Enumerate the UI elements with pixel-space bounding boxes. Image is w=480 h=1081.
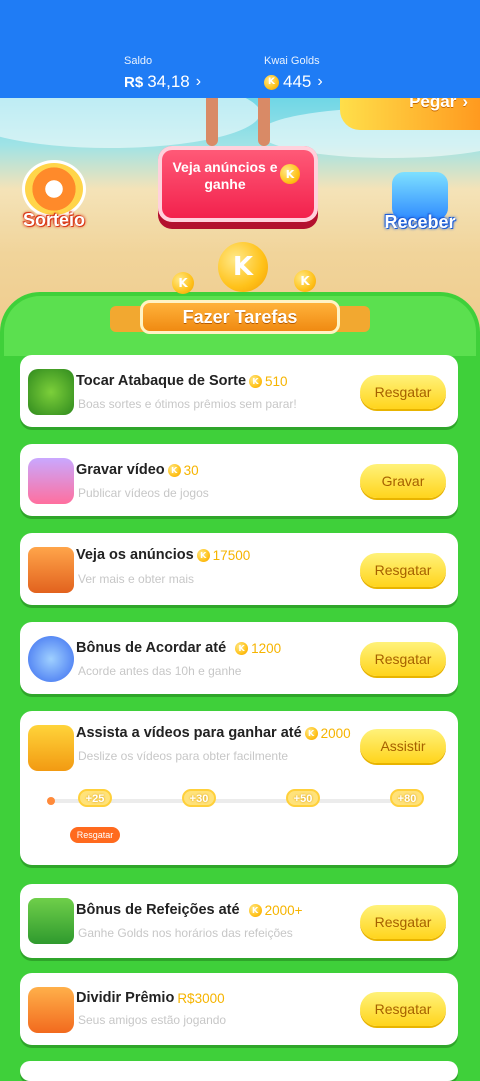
saldo-block[interactable]: Saldo R$ 34,18 › xyxy=(124,55,201,92)
task-card: Bônus de Refeições até K 2000+ Ganhe Golds… xyxy=(20,884,458,958)
task-description: Acorde antes das 10h e ganhe xyxy=(78,664,242,678)
task-card: Veja os anúncios K 17500 Ver mais e obter … xyxy=(20,533,458,605)
resgatar-button[interactable]: Resgatar xyxy=(360,375,446,409)
receber-button[interactable]: Receber xyxy=(380,172,460,233)
task-reward: 2000+ xyxy=(264,902,303,918)
task-description: Ganhe Golds nos horários das refeições xyxy=(78,926,293,940)
tv-icon xyxy=(28,547,74,593)
resgatar-button[interactable]: Resgatar xyxy=(360,553,446,587)
resgatar-button[interactable]: Resgatar xyxy=(360,905,446,939)
task-reward: R$3000 xyxy=(177,990,225,1006)
milestone-badge: +80 xyxy=(390,789,424,807)
sorteio-button[interactable]: Sorteio xyxy=(16,160,92,231)
task-title: Veja os anúncios xyxy=(76,547,194,563)
sea-foam xyxy=(0,98,260,148)
tasks-title-ribbon: Fazer Tarefas xyxy=(110,294,370,338)
progress-dot xyxy=(47,797,55,805)
record-video-icon xyxy=(28,458,74,504)
gold-coin-icon: K xyxy=(304,726,318,740)
meal-calendar-icon xyxy=(28,898,74,944)
resgatar-button[interactable]: Resgatar xyxy=(360,642,446,676)
task-title: Tocar Atabaque de Sorte xyxy=(76,373,247,389)
task-description: Ver mais e obter mais xyxy=(78,572,195,586)
task-card: Bônus de Acordar até K 1200 Acorde antes d… xyxy=(20,622,458,694)
gold-coin-icon: K xyxy=(248,903,262,917)
task-title: Gravar vídeo xyxy=(76,462,165,478)
task-title: Bônus de Refeições até xyxy=(76,902,240,918)
saldo-currency: R$ xyxy=(124,73,144,91)
task-card: Tocar Atabaque de Sorte K 510 Boas sortes … xyxy=(20,355,458,427)
chevron-right-icon: › xyxy=(317,73,323,90)
gold-coin-icon: K xyxy=(294,270,316,292)
saldo-value: 34,18 xyxy=(147,72,190,91)
gold-coin-icon: K xyxy=(280,164,300,184)
sorteio-label: Sorteio xyxy=(22,210,85,230)
task-reward: 2000 xyxy=(320,725,351,741)
milestone-resgatar-button[interactable]: Resgatar xyxy=(70,827,120,843)
task-card: Gravar vídeo K 30 Publicar vídeos de jogos… xyxy=(20,444,458,516)
gold-coin-icon: K xyxy=(249,374,263,388)
milestone-badge: +25 xyxy=(78,789,112,807)
gold-coin-icon: K xyxy=(235,641,249,655)
task-card: Assista a vídeos para ganhar até K 2000 De… xyxy=(20,711,458,865)
task-reward: 510 xyxy=(265,373,288,389)
gold-coin-icon: K xyxy=(264,74,279,90)
watch-ads-label: Veja anúncios e ganhe xyxy=(172,159,278,192)
task-card-partial xyxy=(20,1061,458,1081)
alarm-icon xyxy=(28,636,74,682)
task-title: Dividir Prêmio xyxy=(76,990,175,1006)
gravar-button[interactable]: Gravar xyxy=(360,464,446,498)
gift-icon xyxy=(28,987,74,1033)
receber-label: Receber xyxy=(384,212,456,232)
saldo-label: Saldo xyxy=(124,55,153,67)
task-description: Publicar vídeos de jogos xyxy=(78,486,209,500)
milestone-badge: +30 xyxy=(182,789,216,807)
gold-coin-icon: K xyxy=(172,272,194,294)
watch-ads-button[interactable]: Veja anúncios e ganhe K xyxy=(158,146,318,222)
golds-label: Kwai Golds xyxy=(264,55,320,67)
task-reward: 30 xyxy=(183,462,199,478)
golds-value: 445 xyxy=(283,72,312,91)
chevron-right-icon: › xyxy=(195,73,202,90)
task-reward: 17500 xyxy=(212,547,251,563)
tasks-title: Fazer Tarefas xyxy=(140,300,340,334)
resgatar-button[interactable]: Resgatar xyxy=(360,992,446,1026)
task-title: Assista a vídeos para ganhar até xyxy=(76,725,302,741)
task-description: Seus amigos estão jogando xyxy=(78,1013,227,1027)
task-reward: 1200 xyxy=(251,640,282,656)
task-card: Dividir Prêmio R$3000 Seus amigos estão j… xyxy=(20,973,458,1045)
character-leg xyxy=(258,98,270,146)
milestone-badge: +50 xyxy=(286,789,320,807)
gold-coin-icon: K xyxy=(167,463,181,477)
pegar-button[interactable]: Pegar › xyxy=(340,92,480,130)
big-gold-coin-icon: K xyxy=(218,242,268,292)
golds-block[interactable]: Kwai Golds K 445 › xyxy=(264,55,323,92)
assistir-button[interactable]: Assistir xyxy=(360,729,446,763)
drum-icon xyxy=(28,369,74,415)
camera-icon xyxy=(28,725,74,771)
task-description: Deslize os vídeos para obter facilmente xyxy=(78,749,289,763)
gold-coin-icon: K xyxy=(196,548,210,562)
task-title: Bônus de Acordar até xyxy=(76,640,227,656)
task-description: Boas sortes e ótimos prêmios sem parar! xyxy=(78,397,297,411)
balance-header: Saldo R$ 34,18 › Kwai Golds K 445 › xyxy=(0,0,480,98)
character-leg xyxy=(206,98,218,146)
